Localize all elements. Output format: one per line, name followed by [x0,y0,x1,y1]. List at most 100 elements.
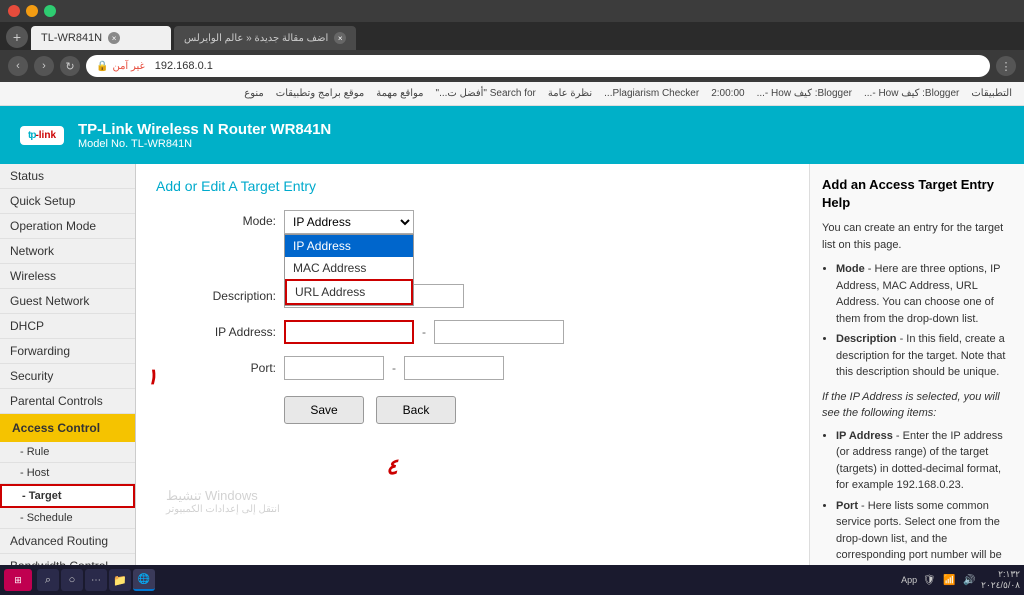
sidebar-item-target[interactable]: - Target [0,484,135,508]
logo-tp: tp [28,130,35,141]
bookmark-plagiarism[interactable]: Plagiarism Checker... [600,86,703,101]
taskbar-icon-apps[interactable]: ⋯ [85,569,107,591]
windows-watermark-text: تنشيط Windows [166,488,280,504]
description-label: Description: [156,289,276,303]
back-btn[interactable]: ‹ [8,56,28,76]
bookmark-important[interactable]: مواقع مهمة [372,86,427,101]
lock-icon: 🔒 [96,61,108,72]
sidebar-item-rule[interactable]: - Rule [0,442,135,463]
tab-arabic-label: أضف مقالة جديدة « عالم الوايرلس [184,33,328,44]
port-input-start[interactable] [284,356,384,380]
tab-router-close[interactable]: × [108,32,120,44]
win-btn-green[interactable] [44,5,56,17]
dropdown-option-mac[interactable]: MAC Address [285,257,413,279]
taskbar-tray: ٢:١٣٢ ٢٠٢٤/٥/٠٨ 🔊 📶 🛡 App [901,569,1020,591]
bookmark-time[interactable]: 2:00:00 [707,86,748,101]
taskbar-icon-browser[interactable]: 🌐 [133,569,155,591]
sidebar-item-advanced-routing[interactable]: Advanced Routing [0,529,135,554]
ip-input-start[interactable] [284,320,414,344]
taskbar-icon-cortana[interactable]: ○ [61,569,83,591]
back-button[interactable]: Back [376,396,456,424]
sidebar-item-security[interactable]: Security [0,364,135,389]
start-btn[interactable]: ⊞ [4,569,32,591]
form-buttons: Save Back [284,396,789,424]
dropdown-option-url[interactable]: URL Address [285,279,413,305]
tray-network-icon[interactable]: 📶 [941,572,957,588]
form-row-description: Description: [156,284,789,308]
help-item-description: Description - In this field, create a de… [836,331,1012,381]
taskbar-time: ٢:١٣٢ [981,569,1020,580]
sidebar-item-wireless[interactable]: Wireless [0,264,135,289]
sidebar-item-access-control[interactable]: Access Control [0,414,135,442]
annotation-1: ١ [146,364,158,390]
help-item-mode: Mode - Here are three options, IP Addres… [836,261,1012,327]
sidebar: Status Quick Setup Operation Mode Networ… [0,164,136,565]
help-panel: Add an Access Target Entry Help You can … [809,164,1024,565]
ip-label: IP Address: [156,325,276,339]
refresh-btn[interactable]: ↻ [60,56,80,76]
lock-label: غير آمن [112,61,144,72]
save-button[interactable]: Save [284,396,364,424]
windows-sub-text: انتقل إلى إعدادات الكمبيوتر [166,504,280,515]
help-main-list: Mode - Here are three options, IP Addres… [822,261,1012,381]
tab-arabic[interactable]: أضف مقالة جديدة « عالم الوايرلس × [174,26,356,50]
sidebar-item-status[interactable]: Status [0,164,135,189]
help-ip-list: IP Address - Enter the IP address (or ad… [822,428,1012,565]
bookmark-search[interactable]: Search for "أفضل ت..." [432,86,540,101]
bookmark-software[interactable]: موقع برامج وتطبيقات [272,86,368,101]
bookmark-blogger1[interactable]: Blogger: كيف How -... [860,86,963,101]
taskbar-clock: ٢:١٣٢ ٢٠٢٤/٥/٠٨ [981,569,1020,591]
mode-label: Mode: [156,210,276,228]
form-row-ip: IP Address: - [156,320,789,344]
sidebar-item-forwarding[interactable]: Forwarding [0,339,135,364]
sidebar-item-quick-setup[interactable]: Quick Setup [0,189,135,214]
sidebar-item-network[interactable]: Network [0,239,135,264]
annotation-4: ٤ [386,454,398,480]
taskbar-icon-explorer[interactable]: 📁 [109,569,131,591]
sidebar-item-operation-mode[interactable]: Operation Mode [0,214,135,239]
sidebar-item-host[interactable]: - Host [0,463,135,484]
page-title: Add or Edit A Target Entry [156,178,789,194]
bookmark-misc[interactable]: منوع [240,86,268,101]
bookmark-apps[interactable]: التطبيقات [967,86,1016,101]
tray-speaker-icon[interactable]: 🔊 [961,572,977,588]
sidebar-item-guest-network[interactable]: Guest Network [0,289,135,314]
tray-security-icon[interactable]: 🛡 [921,572,937,588]
sidebar-item-schedule[interactable]: - Schedule [0,508,135,529]
ip-dash: - [422,325,426,339]
forward-btn[interactable]: › [34,56,54,76]
form-row-mode: Mode: IP Address MAC Address URL Address… [156,210,789,234]
help-intro: You can create an entry for the target l… [822,220,1012,253]
mode-select[interactable]: IP Address MAC Address URL Address [284,210,414,234]
windows-watermark: تنشيط Windows انتقل إلى إعدادات الكمبيوت… [166,488,280,515]
router-ui: tp -link TP-Link Wireless N Router WR841… [0,106,1024,565]
sidebar-item-parental-controls[interactable]: Parental Controls [0,389,135,414]
tab-arabic-close[interactable]: × [334,32,346,44]
dropdown-open: IP Address MAC Address URL Address [284,234,414,306]
address-input[interactable]: 🔒 غير آمن 192.168.0.1 [86,55,990,77]
win-btn-red[interactable] [8,5,20,17]
ip-input-end[interactable] [434,320,564,344]
sidebar-item-bandwidth-control[interactable]: Bandwidth Control [0,554,135,565]
router-subtitle: Model No. TL-WR841N [78,138,331,150]
router-title: TP-Link Wireless N Router WR841N [78,121,331,138]
taskbar-icons: ⌕ ○ ⋯ 📁 🌐 [37,569,155,591]
sidebar-item-dhcp[interactable]: DHCP [0,314,135,339]
bookmark-overview[interactable]: نظرة عامة [544,86,596,101]
bookmark-blogger2[interactable]: Blogger: كيف How -... [753,86,856,101]
dropdown-option-ip[interactable]: IP Address [285,235,413,257]
tab-new-btn[interactable]: + [6,26,28,48]
browser-chrome [0,0,1024,22]
port-dash: - [392,361,396,375]
taskbar: ⊞ ⌕ ○ ⋯ 📁 🌐 ٢:١٣٢ ٢٠٢٤/٥/٠٨ 🔊 📶 🛡 App [0,565,1024,595]
main-content: ١ Add or Edit A Target Entry ٣ Mode: IP … [136,164,809,565]
port-label: Port: [156,361,276,375]
bookmarks-bar: التطبيقات Blogger: كيف How -... Blogger:… [0,82,1024,106]
win-btn-yellow[interactable] [26,5,38,17]
port-input-end[interactable] [404,356,504,380]
browser-tabs-bar: + TL-WR841N × أضف مقالة جديدة « عالم الو… [0,22,1024,50]
logo-link: -link [35,130,56,141]
tab-router[interactable]: TL-WR841N × [31,26,171,50]
taskbar-icon-search[interactable]: ⌕ [37,569,59,591]
settings-btn[interactable]: ⋮ [996,56,1016,76]
